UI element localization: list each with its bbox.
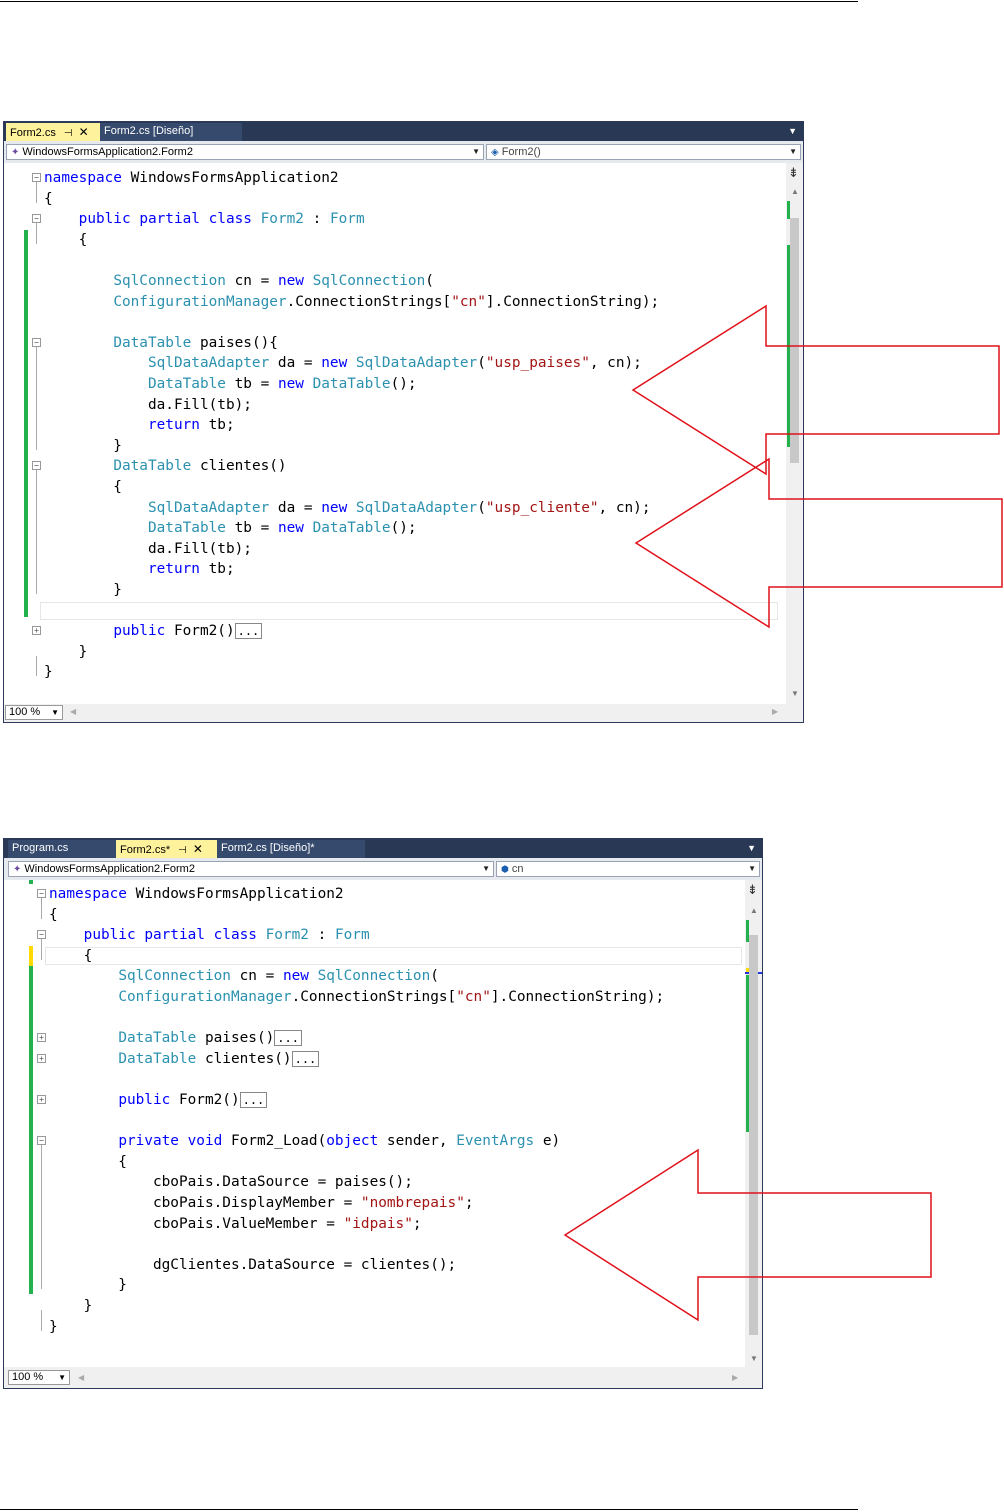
callout-arrows [563, 304, 1003, 1322]
callout-arrow-paises [631, 304, 1000, 476]
callout-arrow-form-load [563, 1148, 932, 1322]
callout-arrow-clientes [634, 457, 1003, 629]
